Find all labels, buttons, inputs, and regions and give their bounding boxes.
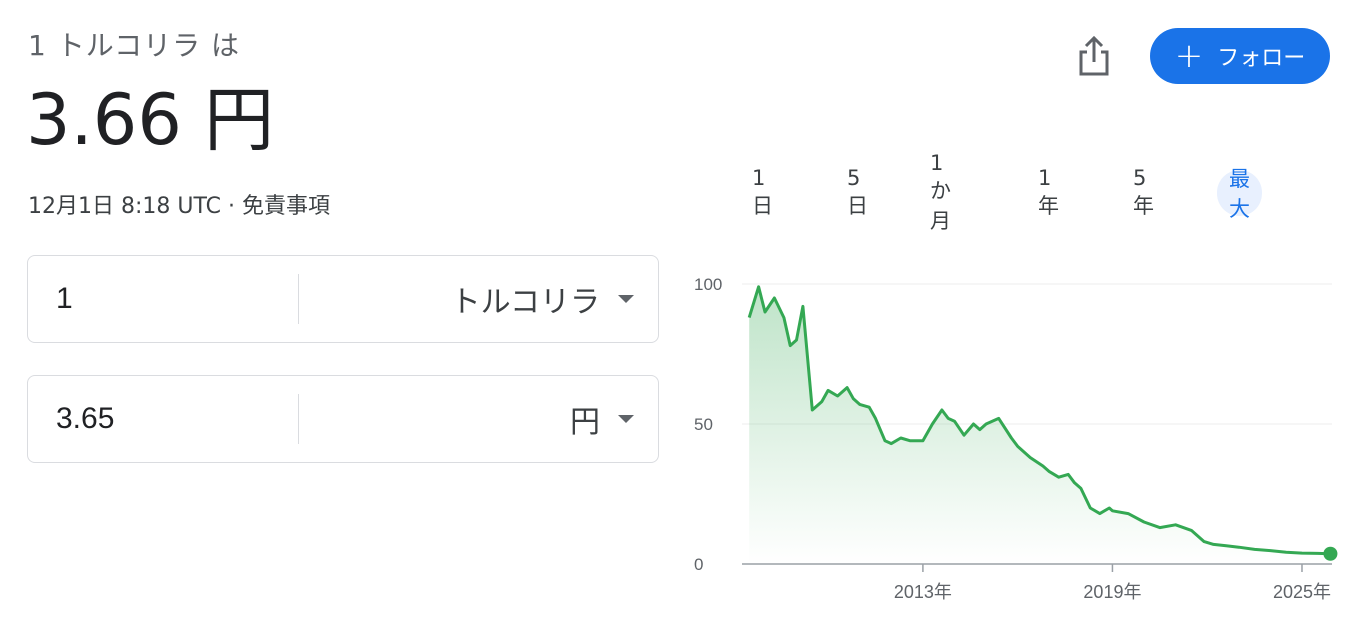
chart-area-fill	[749, 286, 1331, 564]
range-tab-5d[interactable]: 5 日	[835, 166, 880, 218]
disclaimer-link[interactable]: 免責事項	[242, 194, 330, 219]
x-tick-label: 2013年	[894, 582, 952, 602]
follow-label: フォロー	[1217, 46, 1306, 71]
share-button[interactable]	[1070, 32, 1118, 80]
follow-button[interactable]: + フォロー	[1150, 28, 1330, 84]
y-tick-label: 50	[694, 415, 713, 434]
to-amount-input[interactable]	[28, 401, 298, 437]
y-tick-label: 0	[694, 555, 703, 574]
plus-icon: +	[1174, 36, 1204, 76]
y-tick-label: 100	[694, 275, 722, 294]
range-tab-1m[interactable]: 1 か月	[918, 151, 963, 233]
conversion-subtitle: 1 トルコリラ は	[28, 29, 241, 62]
dropdown-arrow-icon	[618, 415, 634, 423]
update-timestamp: 12月1日 8:18 UTC · 免責事項	[28, 188, 330, 220]
timestamp-text: 12月1日 8:18 UTC ·	[28, 194, 242, 219]
share-icon	[1079, 35, 1109, 76]
range-tab-1y[interactable]: 1 年	[1026, 166, 1071, 218]
to-currency-row: 円	[27, 375, 659, 463]
exchange-rate-chart[interactable]: 0 50 100 2013年 2019年 2025年	[680, 260, 1340, 618]
x-tick-label: 2019年	[1083, 582, 1141, 602]
x-tick-label: 2025年	[1273, 582, 1331, 602]
dropdown-arrow-icon	[618, 295, 634, 303]
to-currency-select[interactable]: 円	[299, 397, 658, 441]
from-amount-input[interactable]	[28, 281, 298, 317]
from-currency-row: トルコリラ	[27, 255, 659, 343]
range-tab-max[interactable]: 最大	[1217, 167, 1262, 221]
from-currency-select[interactable]: トルコリラ	[299, 277, 658, 321]
to-currency-label: 円	[570, 405, 600, 440]
range-tab-5y[interactable]: 5 年	[1121, 166, 1166, 218]
chart-current-point	[1323, 546, 1338, 561]
range-tab-1d[interactable]: 1 日	[740, 166, 785, 218]
exchange-rate-value: 3.66 円	[26, 79, 275, 161]
from-currency-label: トルコリラ	[450, 285, 600, 320]
